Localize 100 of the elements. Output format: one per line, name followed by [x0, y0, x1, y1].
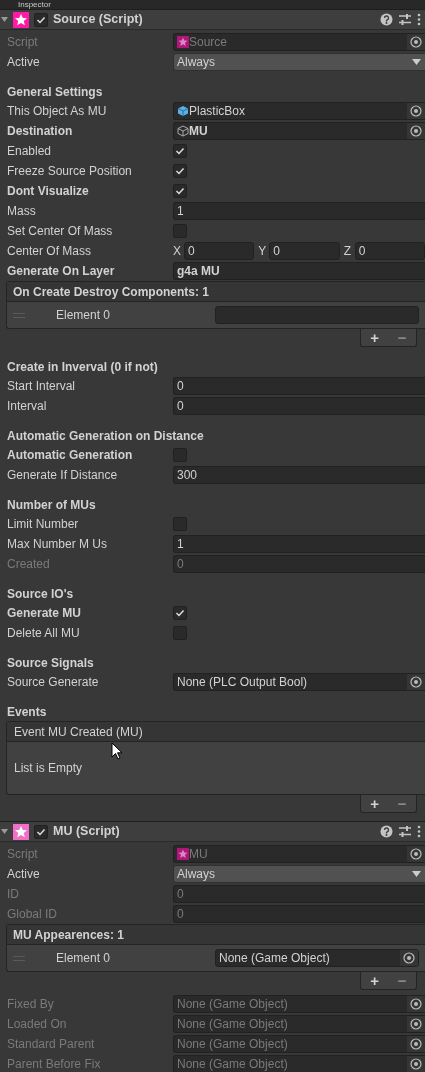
field-value: None (Game Object)	[177, 1036, 288, 1053]
add-button[interactable]: +	[370, 973, 380, 988]
field-value: Source	[189, 34, 228, 51]
field-label: Active	[6, 54, 41, 71]
field-value: MU	[189, 846, 208, 863]
drag-handle-icon[interactable]	[13, 312, 25, 318]
field-value: None (Game Object)	[177, 996, 288, 1013]
object-picker-icon[interactable]	[410, 676, 422, 688]
checkbox[interactable]	[173, 184, 187, 198]
more-options-icon[interactable]	[417, 13, 421, 26]
section-heading: Source IO's	[6, 586, 75, 603]
field-label: Limit Number	[6, 516, 80, 533]
input-field[interactable]: 1	[173, 202, 425, 220]
input-field[interactable]: 0	[354, 242, 425, 260]
object-picker-icon[interactable]	[410, 125, 422, 137]
input-field[interactable]: 0	[184, 242, 255, 260]
object-picker-icon[interactable]	[410, 848, 422, 860]
checkbox[interactable]	[173, 164, 187, 178]
field-label: Generate On Layer	[6, 263, 116, 280]
component-header[interactable]: MU (Script)	[0, 821, 425, 842]
section-heading: Create in Inverval (0 if not)	[6, 359, 159, 376]
enable-checkbox[interactable]	[34, 824, 48, 839]
check-icon	[36, 826, 46, 837]
foldout-arrow-icon[interactable]	[1, 828, 8, 835]
object-picker-icon[interactable]	[410, 1058, 422, 1070]
component-header[interactable]: Source (Script)	[0, 9, 425, 30]
cursor-icon	[111, 742, 123, 760]
star-icon	[177, 848, 189, 860]
field-value: MU	[189, 123, 208, 140]
field-label: Script	[6, 846, 39, 863]
field-value: None (Game Object)	[177, 1016, 288, 1033]
help-icon[interactable]	[380, 13, 393, 26]
field-value: PlasticBox	[189, 103, 246, 120]
help-icon[interactable]	[380, 825, 393, 838]
checkbox[interactable]	[173, 144, 187, 158]
list-header[interactable]: MU Appearences: 1	[7, 925, 425, 945]
field-label: Global ID	[6, 906, 59, 923]
field-label: Created	[6, 556, 51, 573]
axis-label: Y	[258, 243, 268, 260]
dropdown[interactable]: Always	[173, 865, 425, 883]
input-field[interactable]: 300	[173, 466, 425, 484]
field-label: Delete All MU	[6, 625, 81, 642]
dropdown-value: Always	[177, 866, 215, 883]
input-field[interactable]	[215, 306, 419, 324]
more-options-icon[interactable]	[417, 825, 421, 838]
object-field[interactable]: None (PLC Output Bool)	[173, 673, 425, 691]
tab-title[interactable]: Inspector	[0, 0, 51, 9]
object-field[interactable]: PlasticBox	[173, 102, 425, 120]
input-field[interactable]: g4a MU	[173, 262, 425, 280]
drag-handle-icon[interactable]	[13, 955, 25, 961]
list-header[interactable]: On Create Destroy Components: 1	[7, 282, 425, 302]
field-value: None (PLC Output Bool)	[177, 674, 308, 691]
field-label: Parent Before Fix	[6, 1056, 102, 1072]
axis-label: Z	[343, 243, 352, 260]
enable-checkbox[interactable]	[34, 12, 48, 27]
object-picker-icon[interactable]	[410, 998, 422, 1010]
list-header[interactable]: Event MU Created (MU)	[7, 722, 425, 742]
check-icon	[36, 14, 46, 25]
field-label: Active	[6, 866, 41, 883]
empty-list-text: List is Empty	[14, 760, 82, 777]
field-label: Freeze Source Position	[6, 163, 133, 180]
object-field[interactable]: MU	[173, 122, 425, 140]
object-picker-icon[interactable]	[410, 105, 422, 117]
object-picker-icon[interactable]	[410, 1038, 422, 1050]
input-field[interactable]: 0	[173, 377, 425, 395]
object-picker-icon[interactable]	[410, 1018, 422, 1030]
field-label: Interval	[6, 398, 48, 415]
foldout-arrow-icon[interactable]	[1, 16, 8, 23]
input-field: 0	[173, 885, 425, 903]
add-button[interactable]: +	[370, 330, 380, 345]
star-icon	[13, 823, 29, 840]
object-picker-icon[interactable]	[410, 36, 422, 48]
field-label: Script	[6, 34, 39, 51]
field-label: Start Interval	[6, 378, 77, 395]
field-label: Generate MU	[6, 605, 83, 622]
cube-icon	[177, 105, 189, 117]
field-label: Set Center Of Mass	[6, 223, 114, 240]
object-field[interactable]: None (Game Object)	[215, 949, 419, 967]
field-label: Generate If Distance	[6, 467, 119, 484]
field-label: Center Of Mass	[6, 243, 93, 260]
sliders-icon[interactable]	[398, 13, 412, 26]
add-button[interactable]: +	[370, 796, 380, 811]
axis-label: X	[173, 243, 182, 260]
checkbox[interactable]	[173, 606, 187, 620]
field-label: Source Generate	[6, 674, 100, 691]
dropdown-arrow-icon	[412, 59, 421, 65]
input-field[interactable]: 1	[173, 535, 425, 553]
field-label: Enabled	[6, 143, 53, 160]
input-field[interactable]: 0	[269, 242, 340, 260]
check-icon	[175, 608, 185, 618]
dropdown[interactable]: Always	[173, 53, 425, 71]
section-heading: General Settings	[6, 84, 104, 101]
input-field[interactable]: 0	[173, 397, 425, 415]
object-picker-icon[interactable]	[403, 952, 415, 964]
dropdown-arrow-icon	[412, 871, 421, 877]
sliders-icon[interactable]	[398, 825, 412, 838]
field-label: Standard Parent	[6, 1036, 96, 1053]
field-value: None (Game Object)	[219, 950, 330, 967]
component-title: MU (Script)	[53, 823, 121, 841]
field-label: Automatic Generation	[6, 447, 134, 464]
